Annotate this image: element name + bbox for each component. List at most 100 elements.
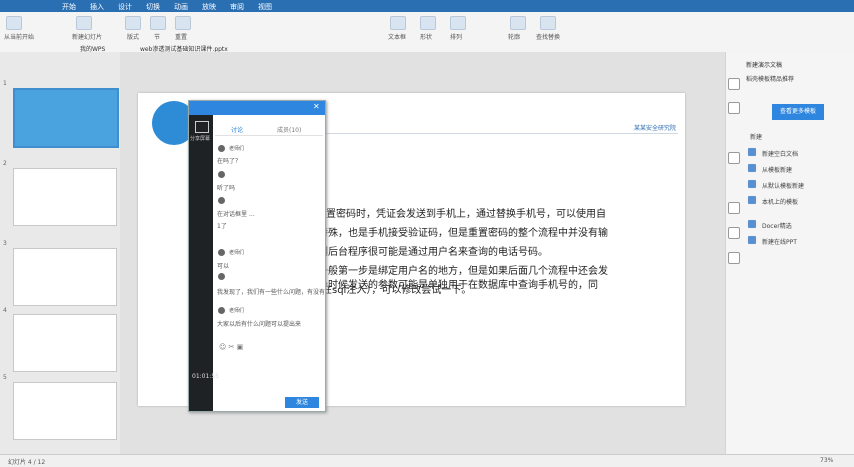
message-text: 听了吗 <box>217 185 236 192</box>
ribbon-label: 从当前开始 <box>4 34 35 41</box>
ribbon-label: 版式 <box>127 34 140 41</box>
menu-tab[interactable]: 设计 <box>118 2 132 12</box>
ribbon-label: 文本框 <box>388 34 407 41</box>
layout-button[interactable] <box>125 16 141 30</box>
local-template-icon <box>748 196 756 204</box>
more-templates-button[interactable]: 查看更多模板 <box>772 104 824 120</box>
status-bar: 幻灯片 4 / 12 73% <box>0 454 854 467</box>
ribbon-toolbar: 从当前开始 新建幻灯片 版式 节 重置 文本框 形状 排列 轮廓 查找替换 我的… <box>0 12 854 53</box>
pane-title: 新建演示文稿 <box>746 62 783 69</box>
share-screen-icon[interactable] <box>195 121 209 133</box>
tab-discussion[interactable]: 讨论 <box>231 125 243 134</box>
outline-button[interactable] <box>510 16 526 30</box>
start-slideshow-button[interactable] <box>6 16 22 30</box>
chat-input[interactable] <box>215 353 323 393</box>
menu-tab[interactable]: 动画 <box>174 2 188 12</box>
from-template-item[interactable]: 从模板新建 <box>762 165 792 174</box>
close-icon[interactable]: ✕ <box>313 102 320 111</box>
sidebar-icon[interactable] <box>728 252 740 264</box>
pane-sub: 稻壳模板精品推荐 <box>746 76 795 83</box>
menu-tab[interactable]: 审阅 <box>230 2 244 12</box>
ribbon-label: 轮廓 <box>508 34 521 41</box>
menu-tab[interactable]: 放映 <box>202 2 216 12</box>
slide-thumbnail-panel: 1 2 3 4 5 <box>0 52 121 454</box>
slide-number: 3 <box>3 240 7 247</box>
slide-number: 4 <box>3 307 7 314</box>
shape-button[interactable] <box>420 16 436 30</box>
ribbon-label: 新建幻灯片 <box>72 34 103 41</box>
section-button[interactable] <box>150 16 166 30</box>
title-bar: 开始 插入 设计 切换 动画 放映 审阅 视图 <box>0 0 854 12</box>
textbox-button[interactable] <box>390 16 406 30</box>
slide-number: 2 <box>3 160 7 167</box>
tab-members[interactable]: 成员(10) <box>277 125 301 134</box>
slide-text-line: 特殊，也是手机接受验证码，但是重置密码的整个流程中并没有输 <box>318 228 608 239</box>
ribbon-label: 排列 <box>450 34 463 41</box>
menu-tab[interactable]: 切换 <box>146 2 160 12</box>
slide-text-line: 在sql注入），可以修改尝试一下。 <box>322 285 472 296</box>
message-text: 1了 <box>217 223 227 230</box>
template-icon <box>748 164 756 172</box>
avatar <box>218 171 225 178</box>
menu-tab[interactable]: 开始 <box>62 2 76 12</box>
message-text: 在对话框里 … <box>217 211 255 218</box>
docer-icon <box>748 220 756 228</box>
template-icon <box>748 180 756 188</box>
sidebar-icon[interactable] <box>728 202 740 214</box>
online-ppt-item[interactable]: 新建在线PPT <box>762 237 797 246</box>
message-text: 在吗了？ <box>217 158 242 165</box>
docer-item[interactable]: Docer精选 <box>762 221 792 230</box>
slide-counter: 幻灯片 4 / 12 <box>8 459 46 466</box>
slide-text-line: 明后台程序很可能是通过用户名来查询的电话号码。 <box>318 247 548 258</box>
avatar <box>218 197 225 204</box>
divider <box>215 135 323 136</box>
sidebar-icon[interactable] <box>728 102 740 114</box>
avatar <box>218 249 225 256</box>
header-badge: 某某安全研究院 <box>634 125 677 132</box>
slide-text-line: 一般第一步是绑定用户名的地方，但是如果后面几个流程中还会发 <box>318 266 608 277</box>
chat-header: ✕ <box>189 101 325 115</box>
find-replace-button[interactable] <box>540 16 556 30</box>
slide-thumb[interactable] <box>13 88 119 148</box>
sidebar-icon[interactable] <box>728 227 740 239</box>
slide-text-line: 置密码时，凭证会发送到手机上，通过替换手机号，可以使用自 <box>326 209 606 220</box>
section-title: 新建 <box>750 134 763 141</box>
message-user: 老师们 <box>229 250 245 256</box>
send-button[interactable]: 发送 <box>285 397 319 408</box>
sidebar-icon[interactable] <box>728 78 740 90</box>
new-blank-item[interactable]: 新建空白文档 <box>762 149 798 158</box>
avatar <box>218 273 225 280</box>
menu-tab[interactable]: 插入 <box>90 2 104 12</box>
message-text: 可以 <box>217 263 230 270</box>
zoom-level[interactable]: 73% <box>820 457 833 464</box>
online-ppt-icon <box>748 236 756 244</box>
menu-tab[interactable]: 视图 <box>258 2 272 12</box>
message-user: 老师们 <box>229 146 245 152</box>
right-task-pane: 新建演示文稿 稻壳模板精品推荐 查看更多模板 新建 新建空白文档 从模板新建 从… <box>725 52 854 454</box>
ribbon-label: 节 <box>154 34 161 41</box>
sidebar-icon[interactable] <box>728 152 740 164</box>
local-template-item[interactable]: 本机上的模板 <box>762 197 798 206</box>
avatar <box>218 145 225 152</box>
ribbon-label: 查找替换 <box>536 34 561 41</box>
arrange-button[interactable] <box>450 16 466 30</box>
avatar <box>218 307 225 314</box>
share-screen-label: 分享屏幕 <box>190 136 211 142</box>
slide-number: 5 <box>3 374 7 381</box>
chat-window: ✕ 分享屏幕 01:01:55 讨论 成员(10) 老师们 在吗了？ 听了吗 在… <box>188 100 326 412</box>
reset-button[interactable] <box>175 16 191 30</box>
ribbon-label: 形状 <box>420 34 433 41</box>
emoji-icon[interactable]: ☺ ✂ ▣ <box>219 343 243 351</box>
slide-thumb[interactable] <box>13 248 117 306</box>
chat-sidebar: 分享屏幕 01:01:55 <box>189 115 219 411</box>
message-user: 老师们 <box>229 308 245 314</box>
blank-doc-icon <box>748 148 756 156</box>
slide-thumb[interactable] <box>13 168 117 226</box>
default-template-item[interactable]: 从默认模板新建 <box>762 181 804 190</box>
message-text: 我发现了，我们有一些什么问题，有没有 <box>217 289 326 296</box>
slide-number: 1 <box>3 80 7 87</box>
slide-thumb[interactable] <box>13 382 117 440</box>
slide-thumb[interactable] <box>13 314 117 372</box>
message-text: 大家以后有什么问题可以提出来 <box>217 321 302 328</box>
new-slide-button[interactable] <box>76 16 92 30</box>
